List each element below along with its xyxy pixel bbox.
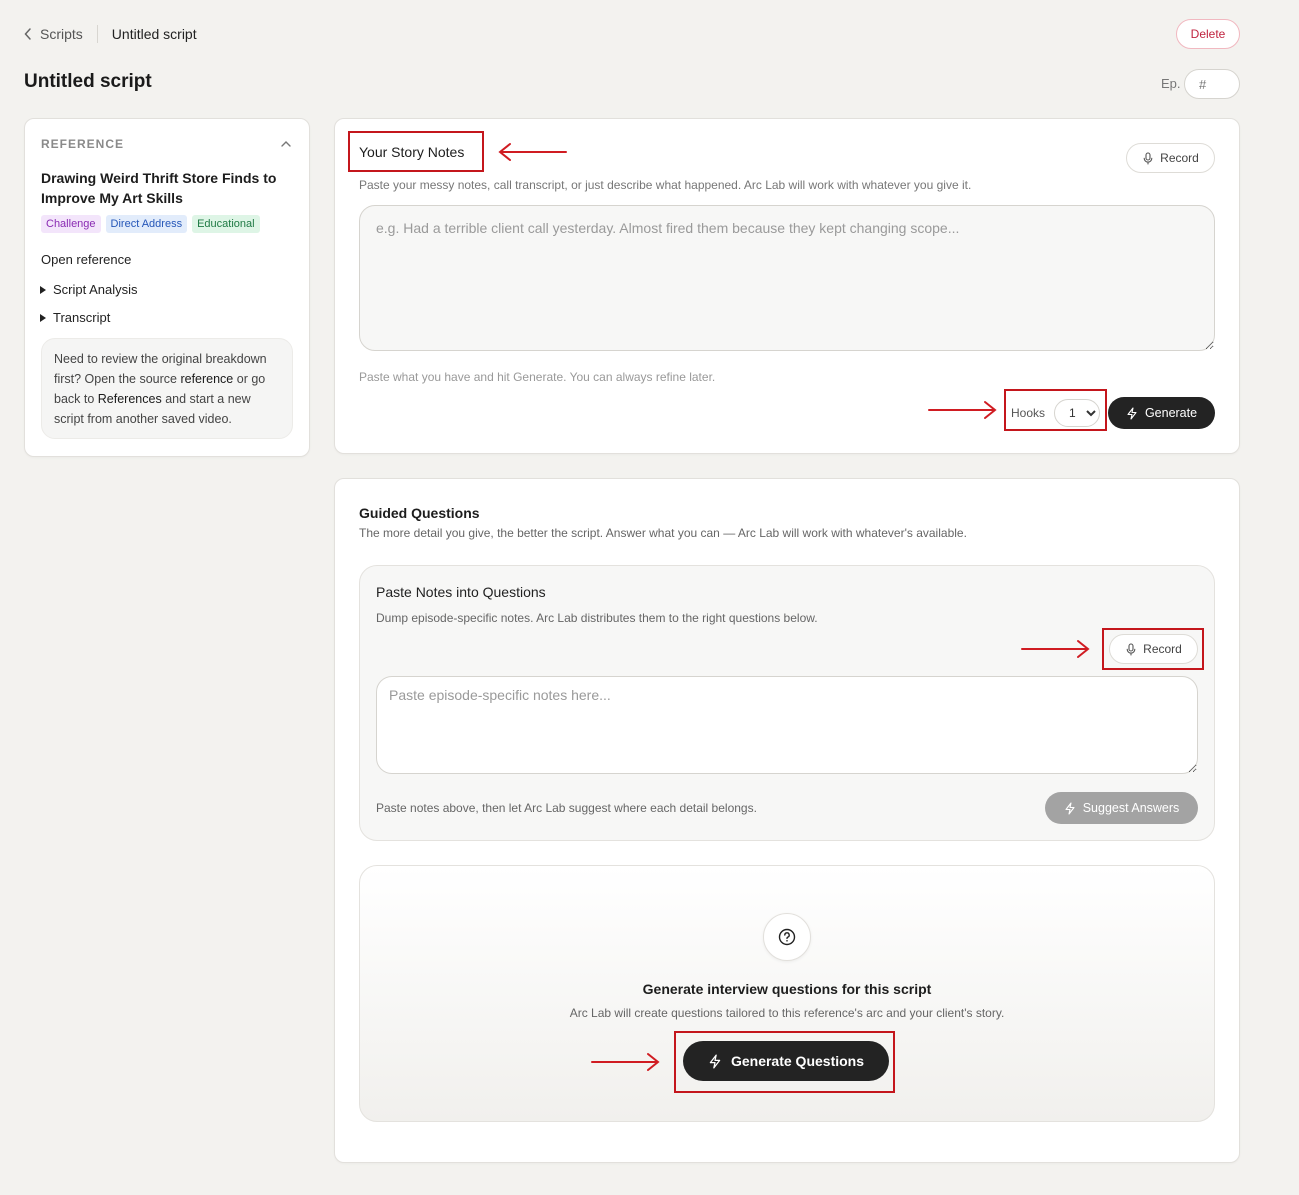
tag-challenge: Challenge (41, 215, 101, 233)
annotation-arrow-right-icon (591, 1053, 660, 1071)
story-notes-hint: Paste what you have and hit Generate. Yo… (359, 370, 716, 384)
page-title: Untitled script (24, 71, 152, 92)
breadcrumb-divider (96, 25, 98, 43)
annotation-box-record (1102, 628, 1204, 670)
references-link[interactable]: References (98, 392, 162, 406)
transcript-toggle[interactable]: Transcript (40, 310, 110, 325)
microphone-icon (1143, 151, 1153, 165)
reference-help-note: Need to review the original breakdown fi… (41, 338, 293, 439)
annotation-box-story-title (348, 131, 484, 172)
lightning-icon (1127, 406, 1137, 420)
paste-notes-hint: Paste notes above, then let Arc Lab sugg… (376, 801, 757, 815)
episode-number-input[interactable] (1184, 69, 1240, 99)
annotation-box-hooks (1004, 389, 1107, 431)
reference-tags: Challenge Direct Address Educational (41, 215, 260, 233)
paste-notes-textarea[interactable] (376, 676, 1198, 774)
story-notes-textarea[interactable] (359, 205, 1215, 351)
annotation-arrow-left-icon (498, 143, 567, 161)
record-label: Record (1160, 151, 1199, 165)
generate-button[interactable]: Generate (1108, 397, 1215, 429)
disclosure-triangle-icon (40, 313, 46, 322)
episode-label: Ep. (1161, 76, 1181, 91)
guided-questions-title: Guided Questions (359, 505, 480, 521)
disclosure-triangle-icon (40, 285, 46, 294)
tag-direct-address: Direct Address (105, 215, 188, 233)
tag-educational: Educational (192, 215, 260, 233)
guided-questions-description: The more detail you give, the better the… (359, 526, 967, 540)
breadcrumb: Scripts Untitled script (24, 22, 197, 46)
back-to-scripts-link[interactable]: Scripts (24, 26, 83, 42)
generate-label: Generate (1144, 406, 1198, 420)
chevron-left-icon (24, 28, 31, 40)
reference-link[interactable]: reference (180, 372, 233, 386)
story-record-button[interactable]: Record (1126, 143, 1215, 173)
chevron-up-icon[interactable] (279, 137, 293, 151)
question-circle-badge (763, 913, 811, 961)
breadcrumb-current: Untitled script (111, 26, 197, 42)
script-analysis-label: Script Analysis (53, 282, 138, 297)
script-analysis-toggle[interactable]: Script Analysis (40, 282, 138, 297)
lightning-icon (1065, 801, 1075, 815)
delete-button[interactable]: Delete (1176, 19, 1240, 49)
open-reference-link[interactable]: Open reference (41, 252, 131, 267)
annotation-arrow-right-icon (928, 401, 997, 419)
paste-notes-description: Dump episode-specific notes. Arc Lab dis… (376, 611, 818, 625)
transcript-label: Transcript (53, 310, 111, 325)
generate-questions-title: Generate interview questions for this sc… (642, 981, 932, 997)
reference-title: Drawing Weird Thrift Store Finds to Impr… (41, 170, 277, 206)
reference-heading: REFERENCE (41, 137, 125, 151)
breadcrumb-back-label: Scripts (40, 26, 83, 42)
annotation-arrow-right-icon (1021, 640, 1090, 658)
annotation-box-generate-questions (674, 1031, 895, 1093)
question-circle-icon (778, 928, 796, 946)
suggest-answers-label: Suggest Answers (1082, 801, 1180, 815)
generate-questions-description: Arc Lab will create questions tailored t… (569, 1006, 1005, 1020)
suggest-answers-button[interactable]: Suggest Answers (1045, 792, 1198, 824)
story-notes-description: Paste your messy notes, call transcript,… (359, 178, 972, 192)
paste-notes-title: Paste Notes into Questions (376, 584, 546, 600)
